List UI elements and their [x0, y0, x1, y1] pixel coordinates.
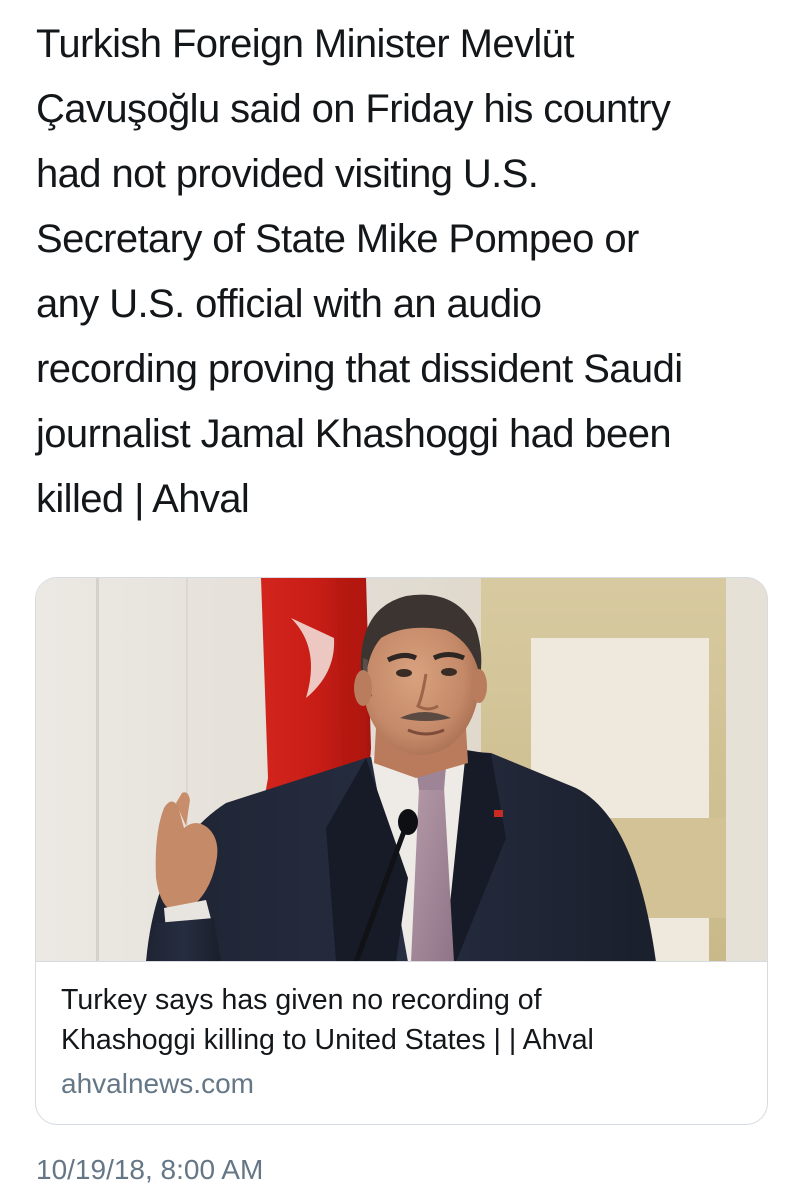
link-preview-card[interactable]: Turkey says has given no recording of Kh… — [35, 577, 768, 1125]
card-title[interactable]: Turkey says has given no recording of Kh… — [61, 980, 751, 1060]
article-photo[interactable] — [36, 578, 767, 962]
card-domain: ahvalnews.com — [61, 1068, 254, 1099]
tweet-timestamp[interactable]: 10/19/18, 8:00 AM — [36, 1150, 263, 1190]
tweet-text: Turkish Foreign Minister Mevlüt Çavuşoğl… — [36, 22, 683, 521]
